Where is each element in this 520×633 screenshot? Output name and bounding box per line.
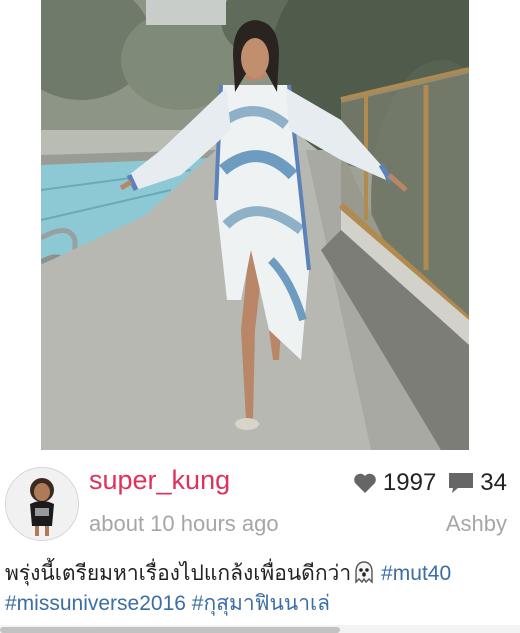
horizontal-scrollbar-thumb[interactable] (0, 627, 340, 633)
hashtag-link[interactable]: #mut40 (381, 562, 451, 585)
hashtag-link[interactable]: #missuniverse2016 (5, 592, 186, 615)
post-stats: 1997 34 (353, 466, 507, 500)
post-photo[interactable] (41, 0, 469, 450)
post-caption: พรุ่งนี้เตรียมหาเรื่องไปแกล้งเพื่อนดีกว่… (5, 559, 517, 619)
avatar[interactable] (5, 467, 79, 541)
comments-count: 34 (480, 469, 507, 496)
caption-text: พรุ่งนี้เตรียมหาเรื่องไปแกล้งเพื่อนดีกว่… (5, 562, 352, 585)
ghost-emoji-icon (353, 560, 375, 584)
comments-stat[interactable]: 34 (436, 469, 507, 497)
post-timestamp: about 10 hours ago (89, 511, 279, 536)
hashtag-link[interactable]: #กุสุมาฟินนาเล่ (192, 592, 330, 615)
username[interactable]: super_kung (89, 463, 230, 497)
heart-icon (353, 472, 377, 494)
likes-stat[interactable]: 1997 (353, 469, 436, 497)
comment-icon (448, 472, 474, 494)
post-location[interactable]: Ashby (446, 509, 507, 539)
likes-count: 1997 (382, 469, 437, 496)
